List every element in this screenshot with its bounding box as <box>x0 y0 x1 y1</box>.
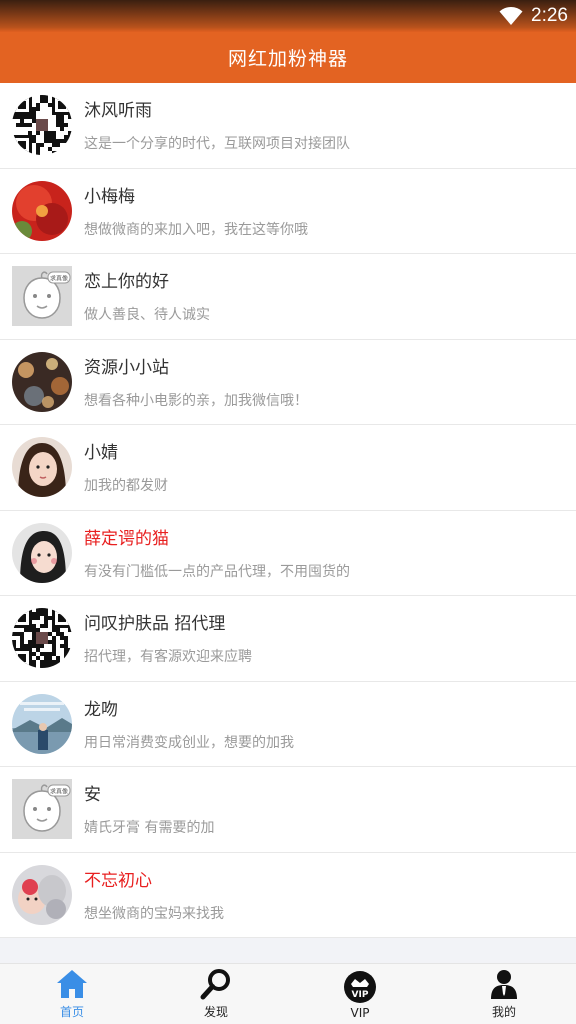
girl-photo-avatar[interactable] <box>12 437 72 497</box>
qr-code-avatar[interactable] <box>12 608 72 668</box>
vip-crown-icon: VIP <box>344 971 376 1003</box>
home-icon <box>57 970 87 998</box>
contact-name: 恋上你的好 <box>84 272 169 292</box>
contact-description: 想看各种小电影的亲，加我微信哦！ <box>84 392 308 409</box>
app-header: 网红加粉神器 <box>0 32 576 83</box>
flower-photo-avatar[interactable] <box>12 180 72 241</box>
page-title: 网红加粉神器 <box>227 48 348 70</box>
contact-name: 安 <box>84 785 101 805</box>
nav-home[interactable]: 首页 <box>0 964 144 1024</box>
contact-description: 这是一个分享的时代，互联网项目对接团队 <box>84 136 350 152</box>
contact-row[interactable]: 求真像 恋上你的好做人善良、待人诚实 <box>0 254 576 340</box>
contact-name: 沐风听雨 <box>84 101 152 121</box>
nav-vip[interactable]: VIP VIP <box>288 964 432 1024</box>
svg-text:VIP: VIP <box>352 990 369 1000</box>
contact-row[interactable]: 小婧 加我的都发财 <box>0 425 576 511</box>
contact-description: 加我的都发财 <box>84 478 168 494</box>
landscape-avatar[interactable] <box>12 693 72 754</box>
contact-description: 有没有门槛低一点的产品代理，不用囤货的 <box>84 563 350 580</box>
nav-vip-label: VIP <box>350 1006 370 1020</box>
svg-text:求真像: 求真像 <box>50 788 68 796</box>
bottom-nav: 首页 发现 VIP VIP 我的 <box>0 963 576 1024</box>
contact-description: 招代理，有客源欢迎来应聘 <box>84 649 252 665</box>
contact-row[interactable]: 求真像 安婧氏牙膏 有需要的加 <box>0 767 576 853</box>
contact-description: 想坐微商的宝妈来找我 <box>84 905 224 922</box>
status-time: 2:26 <box>531 5 568 26</box>
baby-photo-avatar[interactable] <box>12 864 72 925</box>
user-icon <box>491 970 517 999</box>
wifi-icon <box>499 7 523 25</box>
contact-name: 小梅梅 <box>84 186 135 207</box>
contact-description: 想做微商的来加入吧，我在这等你哦 <box>84 221 308 238</box>
contact-row[interactable]: 薛定谔的猫有没有门槛低一点的产品代理，不用囤货的 <box>0 511 576 596</box>
contact-description: 用日常消费变成创业，想要的加我 <box>84 734 294 751</box>
contact-list: 沐风听雨这是一个分享的时代，互联网项目对接团队小梅梅想做微商的来加入吧，我在这等… <box>0 83 576 938</box>
contact-row[interactable]: 问叹护肤品 招代理招代理，有客源欢迎来应聘 <box>0 596 576 682</box>
nav-mine-label: 我的 <box>491 1005 516 1019</box>
nav-discover[interactable]: 发现 <box>144 964 288 1024</box>
contact-name: 不忘初心 <box>84 870 152 891</box>
nav-mine[interactable]: 我的 <box>432 964 576 1024</box>
svg-text:求真像: 求真像 <box>50 275 68 283</box>
contact-description: 做人善良、待人诚实 <box>84 307 210 323</box>
contact-name: 薛定谔的猫 <box>84 528 169 549</box>
nav-discover-label: 发现 <box>203 1005 228 1019</box>
contact-name: 问叹护肤品 招代理 <box>84 614 226 634</box>
contact-name: 龙吻 <box>84 699 118 720</box>
contact-row[interactable]: 不忘初心想坐微商的宝妈来找我 <box>0 853 576 938</box>
contact-row[interactable]: 沐风听雨这是一个分享的时代，互联网项目对接团队 <box>0 83 576 169</box>
default-cartoon-avatar[interactable]: 求真像 <box>12 266 72 326</box>
contact-row[interactable]: 龙吻用日常消费变成创业，想要的加我 <box>0 682 576 767</box>
contact-name: 资源小小站 <box>84 357 169 378</box>
contact-row[interactable]: 资源小小站想看各种小电影的亲，加我微信哦！ <box>0 340 576 425</box>
girl-selfie-avatar[interactable] <box>12 522 72 583</box>
contact-row[interactable]: 小梅梅想做微商的来加入吧，我在这等你哦 <box>0 169 576 254</box>
nav-home-label: 首页 <box>59 1005 84 1019</box>
contact-description: 婧氏牙膏 有需要的加 <box>84 820 215 836</box>
bokeh-lights-avatar[interactable] <box>12 351 72 412</box>
status-bar: 2:26 <box>0 0 576 32</box>
qr-code-avatar[interactable] <box>12 95 72 155</box>
search-icon <box>200 969 230 1000</box>
default-cartoon-avatar[interactable]: 求真像 <box>12 779 72 839</box>
contact-name: 小婧 <box>84 443 118 463</box>
